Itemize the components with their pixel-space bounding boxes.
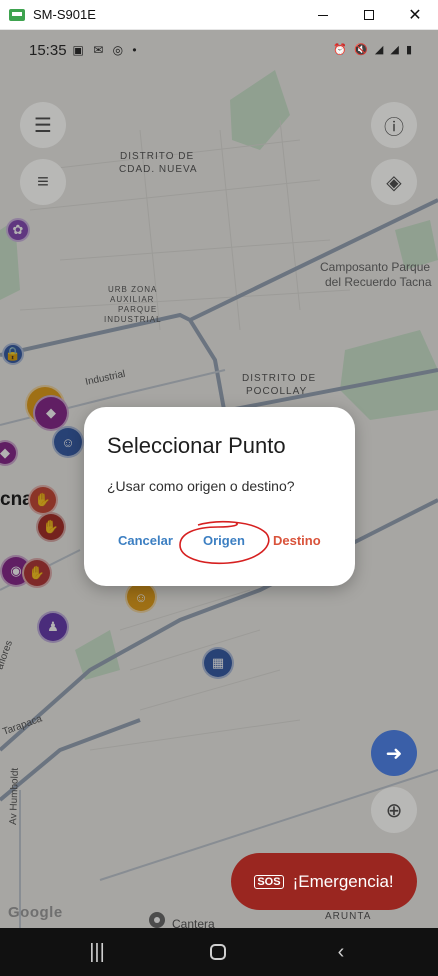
annotation-circle	[179, 520, 270, 565]
crosshair-icon: ⊕	[385, 799, 403, 822]
close-button[interactable]: ✕	[392, 0, 438, 30]
android-nav-bar: ||| ‹	[0, 928, 438, 976]
close-icon: ✕	[408, 7, 422, 24]
status-time: 15:35	[29, 41, 67, 59]
directions-button[interactable]: ➜	[371, 730, 417, 776]
status-bar: 15:35 ▣ ✉ ◎ • ⏰ 🔇 ◢ ◢ ▮	[0, 30, 438, 70]
hamburger-icon: ☰	[34, 114, 52, 137]
maximize-button[interactable]	[346, 0, 392, 30]
dialog-message: ¿Usar como origen o destino?	[107, 478, 295, 494]
dialog-title: Seleccionar Punto	[107, 433, 286, 458]
filter-icon: ≡	[37, 170, 49, 193]
destination-button[interactable]: Destino	[273, 533, 321, 548]
google-logo: Google	[8, 904, 63, 921]
recent-apps-button[interactable]: |||	[75, 928, 119, 976]
cancel-button[interactable]: Cancelar	[118, 533, 173, 548]
back-icon: ‹	[337, 940, 345, 963]
info-icon: ⓘ	[384, 116, 404, 139]
window-title: SM-S901E	[33, 7, 96, 22]
minimize-icon	[318, 14, 328, 16]
back-button[interactable]: ‹	[319, 928, 363, 976]
layers-icon: ◈	[386, 171, 402, 194]
sos-emergency-button[interactable]: SOS ¡Emergencia!	[231, 853, 417, 910]
my-location-button[interactable]: ⊕	[371, 787, 417, 833]
home-icon	[210, 944, 226, 960]
menu-button[interactable]: ☰	[20, 102, 66, 148]
app-icon	[9, 8, 25, 21]
home-button[interactable]	[196, 928, 240, 976]
status-left-icons: ▣ ✉ ◎ •	[72, 43, 140, 57]
recent-apps-icon: |||	[89, 940, 105, 963]
window-titlebar: SM-S901E ✕	[0, 0, 438, 30]
status-right-icons: ⏰ 🔇 ◢ ◢ ▮	[333, 44, 414, 56]
minimize-button[interactable]	[300, 0, 346, 30]
directions-icon: ➜	[385, 742, 403, 765]
filter-button[interactable]: ≡	[20, 159, 66, 205]
info-button[interactable]: ⓘ	[371, 102, 417, 148]
layers-button[interactable]: ◈	[371, 159, 417, 205]
sos-icon: SOS	[254, 874, 284, 889]
sos-label: ¡Emergencia!	[292, 871, 394, 891]
maximize-icon	[364, 10, 374, 20]
